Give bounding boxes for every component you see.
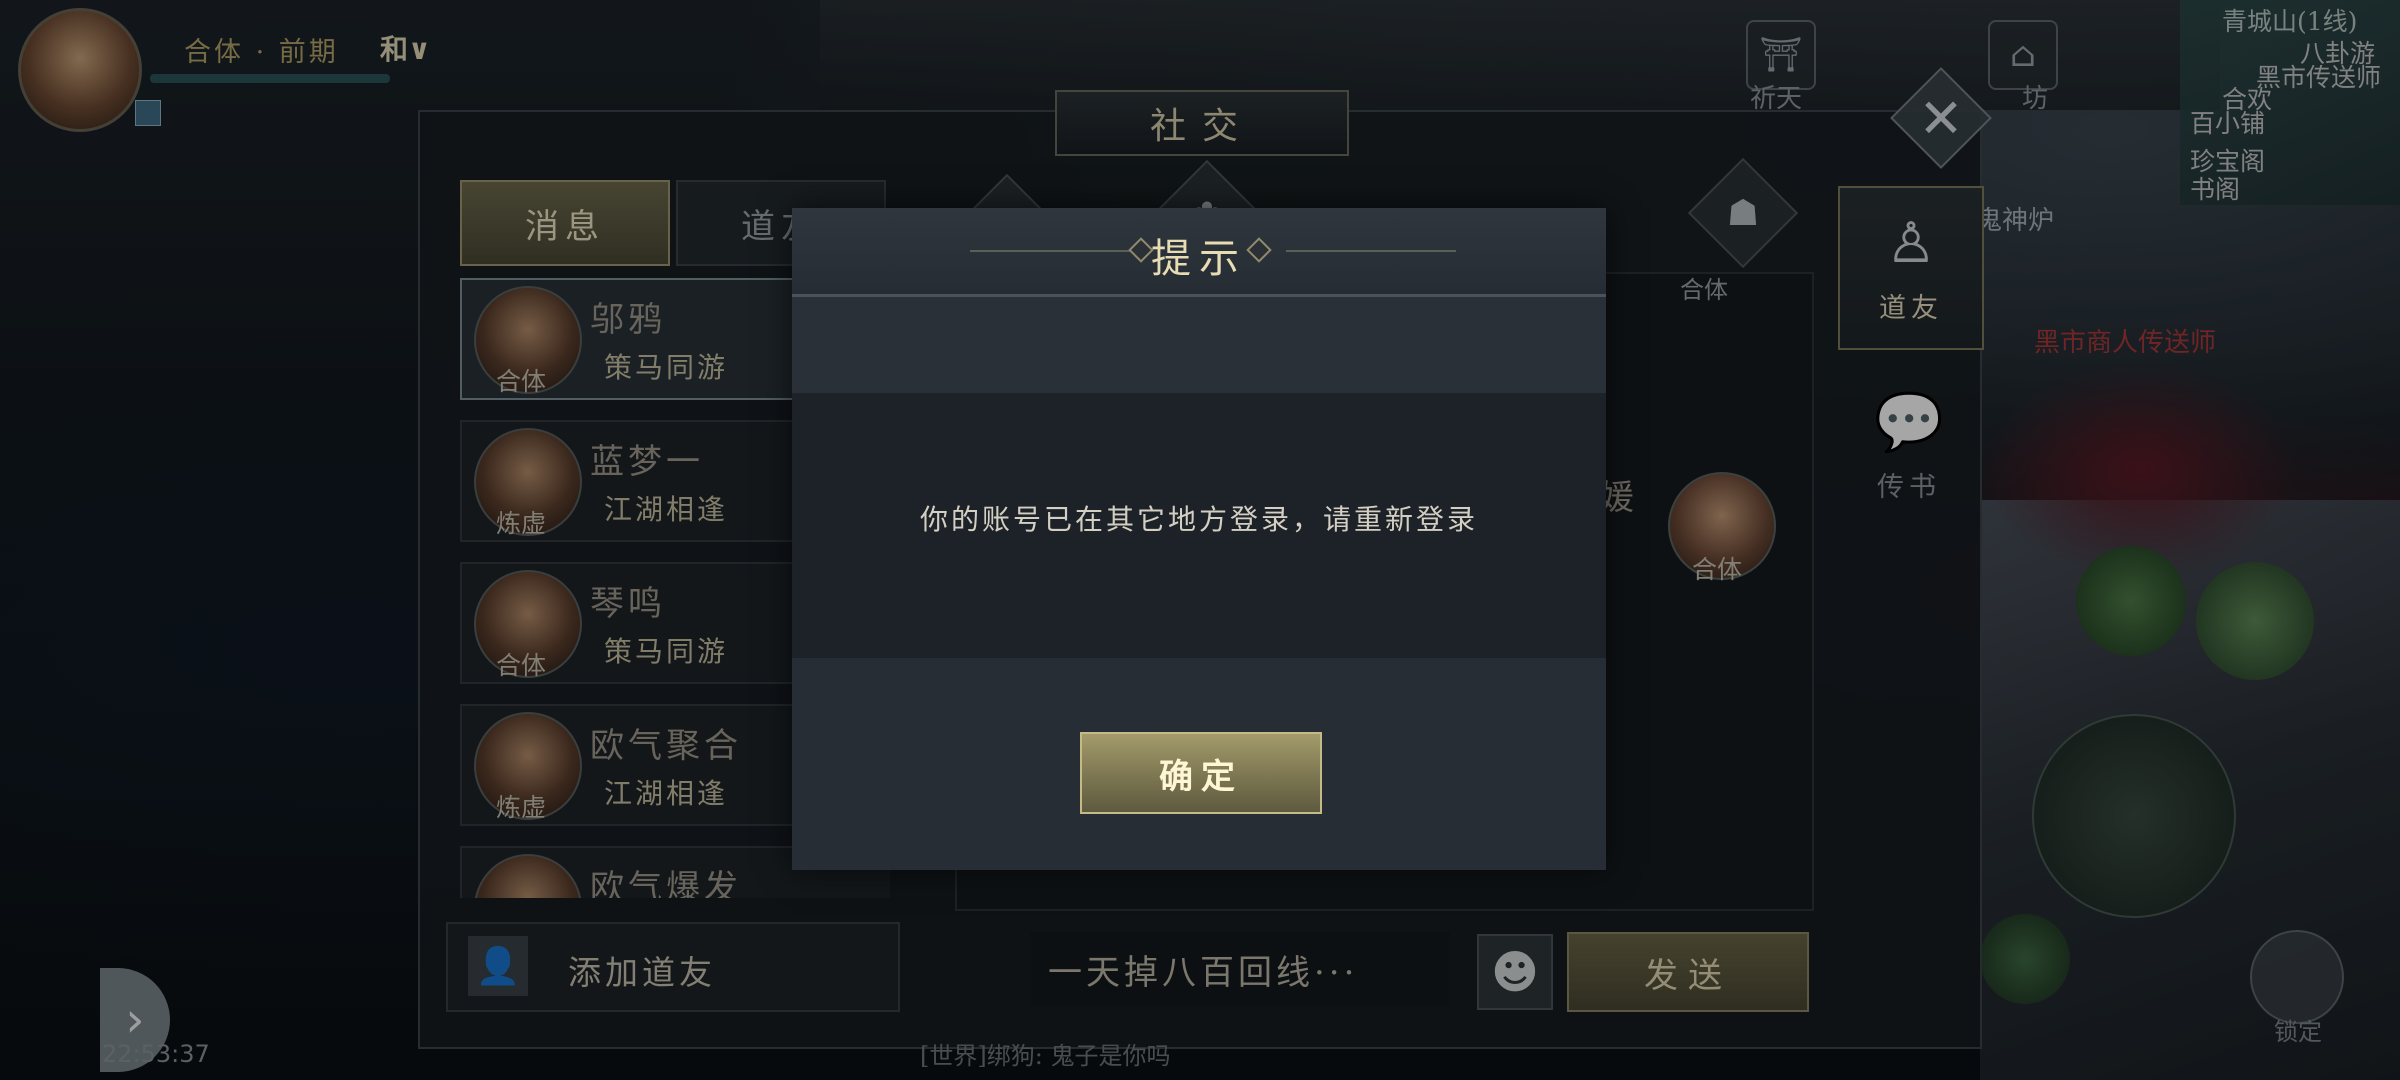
dialog-header: 提示 (792, 208, 1606, 297)
alert-dialog: 提示 你的账号已在其它地方登录，请重新登录 确定 (792, 208, 1606, 870)
dialog-title: 提示 (1151, 236, 1247, 282)
dialog-band (792, 297, 1606, 393)
confirm-button[interactable]: 确定 (1080, 732, 1322, 814)
dialog-message: 你的账号已在其它地方登录，请重新登录 (919, 503, 1478, 536)
